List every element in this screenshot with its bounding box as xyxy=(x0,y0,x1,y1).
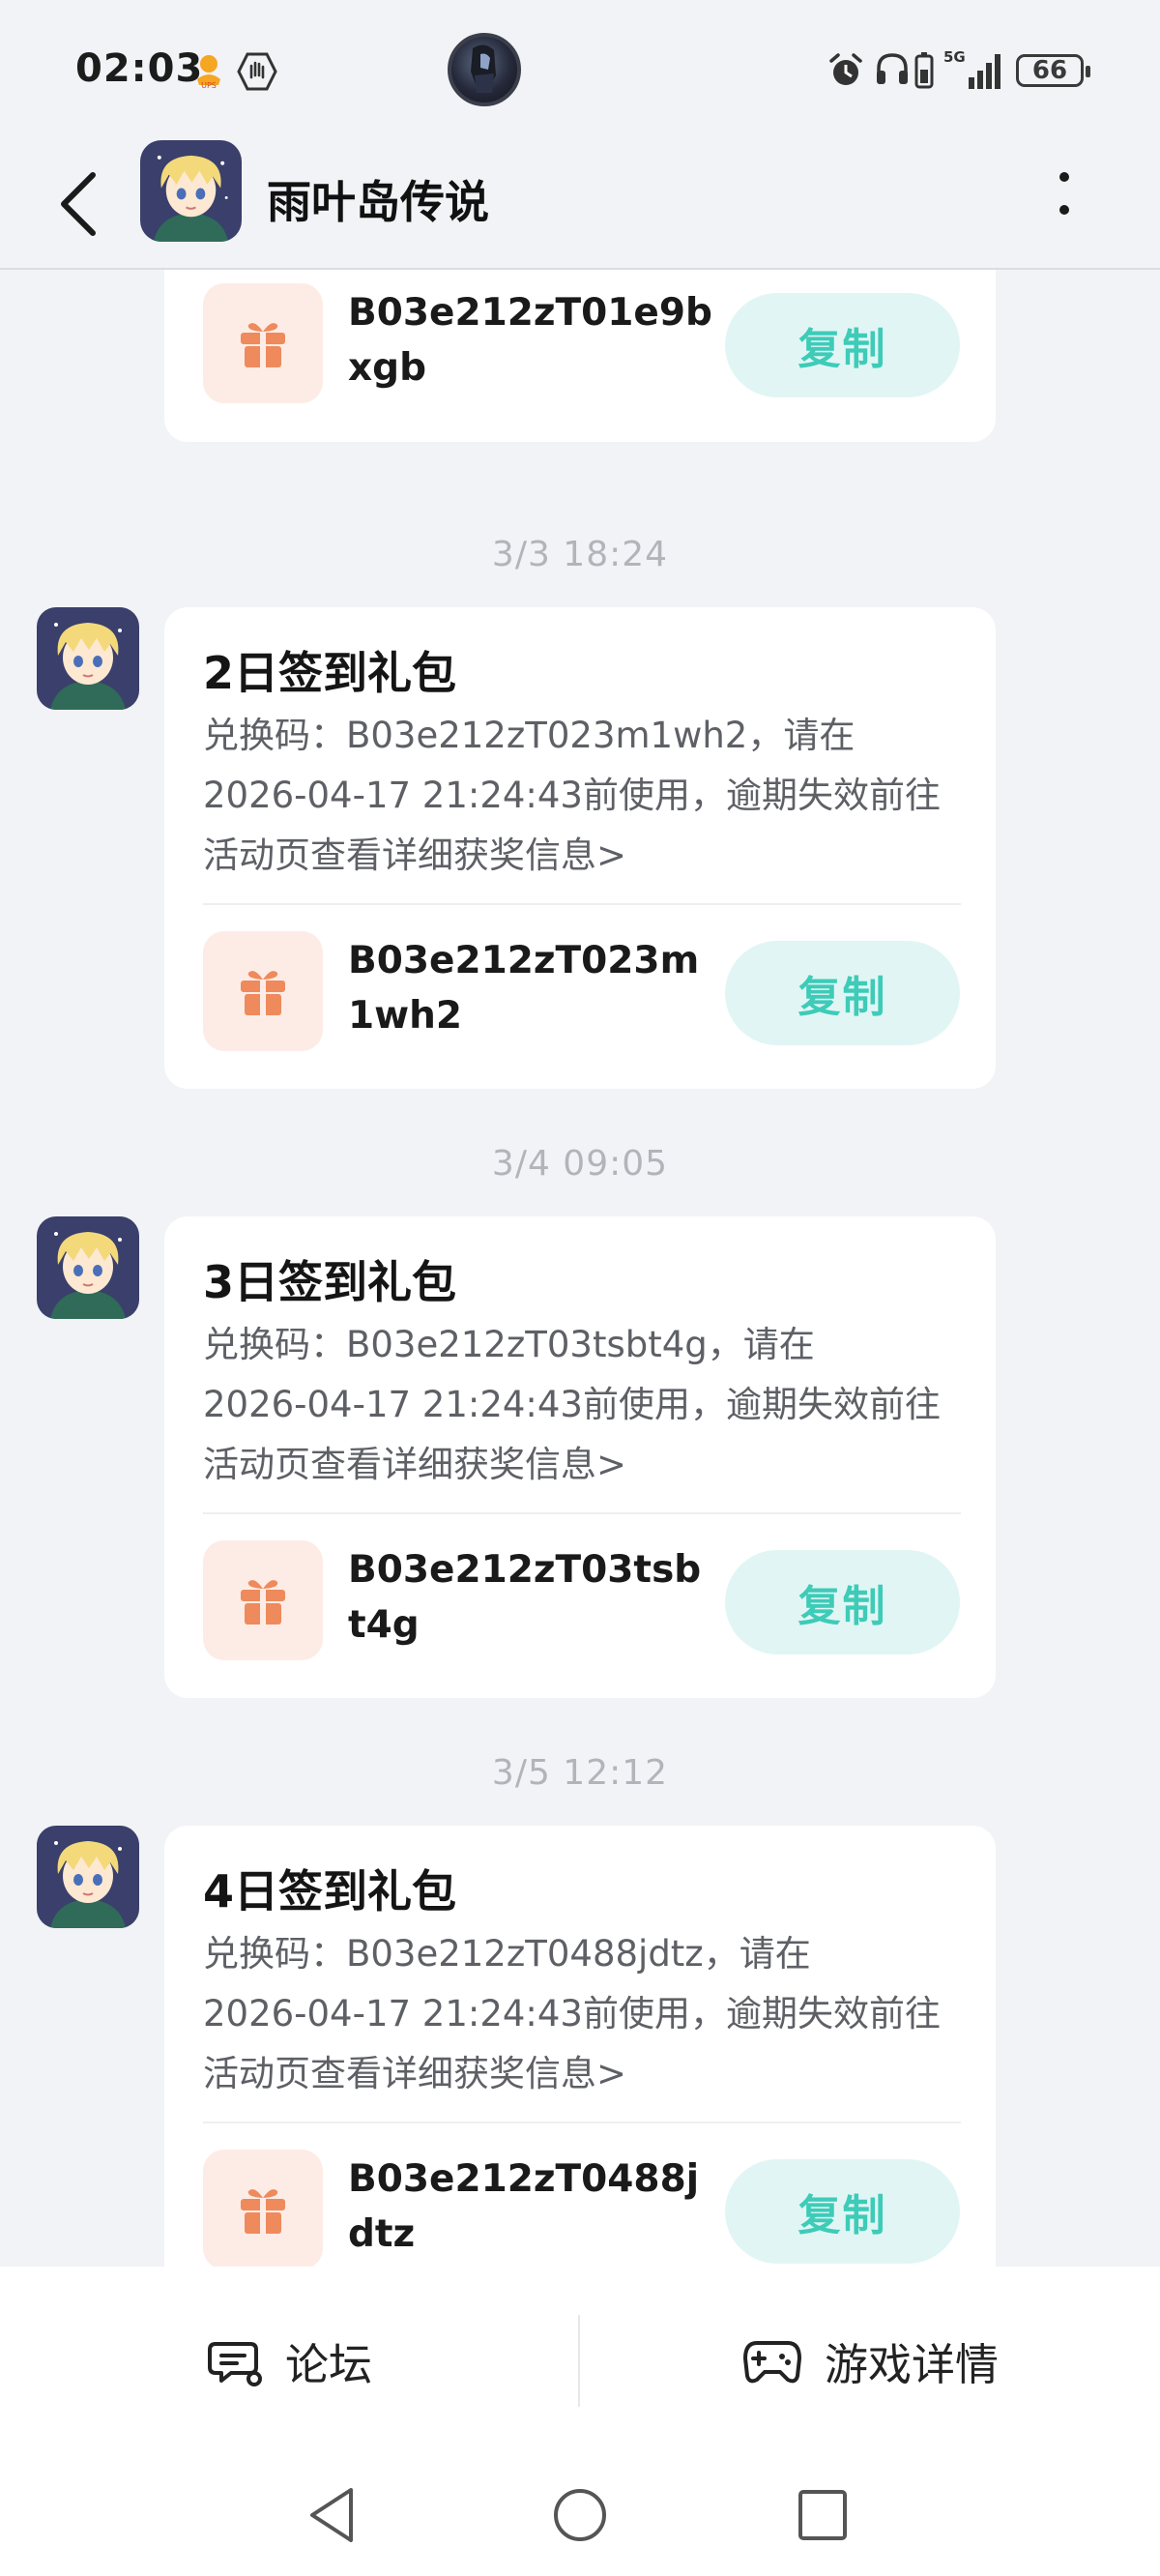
hand-icon xyxy=(237,52,277,91)
back-arrow-icon[interactable] xyxy=(50,156,108,252)
nav-recents-icon[interactable] xyxy=(795,2484,853,2546)
svg-text:UPS: UPS xyxy=(201,81,217,89)
gift-box xyxy=(203,2150,323,2267)
status-time: 02:03 xyxy=(75,46,204,91)
gift-code: B03e212zT023m1wh2 xyxy=(348,939,700,1038)
message-timestamp: 3/4 09:05 xyxy=(491,1144,669,1184)
anime-character-avatar xyxy=(37,607,139,710)
copy-button[interactable]: 复制 xyxy=(725,1550,960,1654)
game-avatar[interactable] xyxy=(140,140,242,242)
desc-line: 兑换码：B03e212zT03tsbt4g，请在 xyxy=(203,1324,815,1365)
gift-code: B03e212zT01e9bxgb xyxy=(348,291,712,390)
nav-back-icon[interactable] xyxy=(304,2484,362,2546)
card-description[interactable]: 兑换码：B03e212zT03tsbt4g，请在 2026-04-17 21:2… xyxy=(203,1315,967,1495)
page-title: 雨叶岛传说 xyxy=(267,176,489,228)
gift-icon xyxy=(241,323,285,367)
code-row: B03e212zT01e9bxgb 复制 xyxy=(203,283,962,409)
chat-header: 雨叶岛传说 xyxy=(0,140,1160,270)
anime-character-avatar xyxy=(140,140,242,242)
gift-message-card[interactable]: 3日签到礼包 兑换码：B03e212zT03tsbt4g，请在 2026-04-… xyxy=(164,1216,996,1698)
desc-line: 兑换码：B03e212zT023m1wh2，请在 xyxy=(203,715,856,756)
svg-text:5G: 5G xyxy=(943,48,966,66)
card-description[interactable]: 兑换码：B03e212zT0488jdtz，请在 2026-04-17 21:2… xyxy=(203,1924,967,2104)
gift-message-card[interactable]: 2日签到礼包 兑换码：B03e212zT023m1wh2，请在 2026-04-… xyxy=(164,607,996,1089)
game-detail-label: 游戏详情 xyxy=(824,2339,999,2390)
gift-icon xyxy=(241,2189,285,2234)
desc-line: 2026-04-17 21:24:43前使用，逾期失效前往 xyxy=(203,1384,941,1425)
game-detail-tab[interactable]: 游戏详情 xyxy=(580,2267,1160,2455)
code-row: B03e212zT0488jdtz 复制 xyxy=(203,2150,962,2267)
message-list[interactable]: B03e212zT01e9bxgb 复制 3/3 18:24 2日签到礼包 兑换… xyxy=(0,270,1160,2267)
floating-app-avatar[interactable] xyxy=(448,33,521,106)
card-title: 4日签到礼包 xyxy=(203,1865,457,1917)
anime-character-avatar xyxy=(37,1216,139,1319)
sender-avatar[interactable] xyxy=(37,1216,139,1319)
gift-box xyxy=(203,1540,323,1660)
sender-avatar[interactable] xyxy=(37,607,139,710)
headphones-icon xyxy=(877,53,908,84)
forum-tab[interactable]: 论坛 xyxy=(0,2267,578,2455)
divider xyxy=(203,2122,961,2123)
gift-icon xyxy=(241,1580,285,1625)
card-title: 3日签到礼包 xyxy=(203,1256,457,1308)
anime-character-avatar xyxy=(37,1826,139,1928)
card-description[interactable]: 兑换码：B03e212zT023m1wh2，请在 2026-04-17 21:2… xyxy=(203,706,967,886)
more-vertical-icon[interactable] xyxy=(1054,165,1075,223)
forum-label: 论坛 xyxy=(284,2339,372,2390)
divider xyxy=(203,1512,961,1514)
message-timestamp: 3/3 18:24 xyxy=(491,535,669,574)
activity-link[interactable]: 活动页查看详细获奖信息> xyxy=(203,826,967,886)
copy-button[interactable]: 复制 xyxy=(725,941,960,1045)
battery-saver-icon xyxy=(914,52,934,89)
copy-button[interactable]: 复制 xyxy=(725,293,960,397)
gift-code: B03e212zT0488jdtz xyxy=(348,2157,700,2256)
system-nav-bar xyxy=(0,2455,1160,2576)
activity-link[interactable]: 活动页查看详细获奖信息> xyxy=(203,1435,967,1495)
gift-card-partial: B03e212zT01e9bxgb 复制 xyxy=(164,270,996,442)
gift-box xyxy=(203,283,323,403)
dark-character-icon xyxy=(471,44,496,93)
battery-indicator: 66 xyxy=(1016,54,1090,87)
gift-box xyxy=(203,931,323,1051)
card-title: 2日签到礼包 xyxy=(203,647,457,699)
sender-avatar[interactable] xyxy=(37,1826,139,1928)
gamepad-icon xyxy=(742,2340,801,2383)
message-timestamp: 3/5 12:12 xyxy=(491,1753,669,1793)
app-notification-icon: UPS xyxy=(197,55,220,89)
divider xyxy=(203,903,961,905)
desc-line: 兑换码：B03e212zT0488jdtz，请在 xyxy=(203,1933,811,1975)
status-bar: 02:03 UPS 5G 66 xyxy=(0,0,1160,140)
gift-message-card[interactable]: 4日签到礼包 兑换码：B03e212zT0488jdtz，请在 2026-04-… xyxy=(164,1826,996,2267)
desc-line: 2026-04-17 21:24:43前使用，逾期失效前往 xyxy=(203,1993,941,2034)
activity-link[interactable]: 活动页查看详细获奖信息> xyxy=(203,2044,967,2104)
bottom-action-bar: 论坛 游戏详情 xyxy=(0,2267,1160,2455)
code-row: B03e212zT03tsbt4g 复制 xyxy=(203,1540,962,1666)
gift-code: B03e212zT03tsbt4g xyxy=(348,1548,702,1647)
code-row: B03e212zT023m1wh2 复制 xyxy=(203,931,962,1057)
copy-button[interactable]: 复制 xyxy=(725,2159,960,2264)
signal-5g-icon: 5G xyxy=(943,48,1000,89)
desc-line: 2026-04-17 21:24:43前使用，逾期失效前往 xyxy=(203,775,941,816)
forum-chat-icon xyxy=(207,2341,262,2386)
alarm-icon xyxy=(829,53,862,85)
nav-home-icon[interactable] xyxy=(549,2484,611,2546)
gift-icon xyxy=(241,971,285,1015)
